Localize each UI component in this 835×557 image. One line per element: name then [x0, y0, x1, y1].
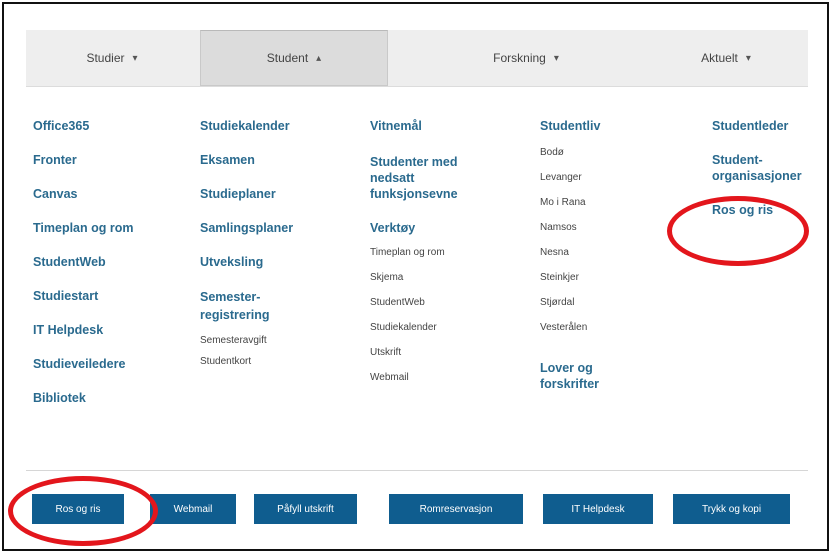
menu-link-canvas[interactable]: Canvas: [33, 186, 133, 202]
nav-label: Studier: [86, 51, 125, 65]
menu-link-vitnemal[interactable]: Vitnemål: [370, 118, 458, 134]
menu-link-studiekalender[interactable]: Studiekalender: [200, 118, 293, 134]
menu-link-studentorganisasjoner[interactable]: Student- organisasjoner: [712, 152, 802, 184]
main-navigation: Studier ▾ Student ▴ Forskning ▾ Aktuelt …: [26, 30, 808, 87]
nav-aktuelt[interactable]: Aktuelt ▾: [646, 30, 806, 86]
menu-sublink-webmail[interactable]: Webmail: [370, 371, 458, 384]
menu-column-1: Office365 Fronter Canvas Timeplan og rom…: [33, 118, 133, 406]
menu-link-office365[interactable]: Office365: [33, 118, 133, 134]
menu-sublink-skjema[interactable]: Skjema: [370, 271, 458, 284]
menu-column-2: Studiekalender Eksamen Studieplaner Saml…: [200, 118, 293, 368]
menu-link-fronter[interactable]: Fronter: [33, 152, 133, 168]
menu-link-semesterregistrering[interactable]: Semester- registrering: [200, 288, 293, 324]
menu-column-5: Studentleder Student- organisasjoner Ros…: [712, 118, 802, 218]
menu-sublink-studentkort[interactable]: Studentkort: [200, 355, 293, 368]
ros-og-ris-button[interactable]: Ros og ris: [32, 494, 124, 524]
chevron-down-icon: ▾: [745, 52, 751, 64]
nav-studier[interactable]: Studier ▾: [26, 30, 198, 86]
menu-link-eksamen[interactable]: Eksamen: [200, 152, 293, 168]
romreservasjon-button[interactable]: Romreservasjon: [389, 494, 523, 524]
menu-sublink-bodo[interactable]: Bodø: [540, 146, 600, 159]
menu-sublink-namsos[interactable]: Namsos: [540, 221, 600, 234]
it-helpdesk-button[interactable]: IT Helpdesk: [543, 494, 653, 524]
menu-link-studentweb[interactable]: StudentWeb: [33, 254, 133, 270]
chevron-up-icon: ▴: [316, 52, 322, 64]
nav-student[interactable]: Student ▴: [200, 30, 388, 86]
webmail-button[interactable]: Webmail: [150, 494, 236, 524]
pafyll-utskrift-button[interactable]: Påfyll utskrift: [254, 494, 357, 524]
menu-sublink-studiekalender[interactable]: Studiekalender: [370, 321, 458, 334]
menu-link-samlingsplaner[interactable]: Samlingsplaner: [200, 220, 293, 236]
menu-link-studentleder[interactable]: Studentleder: [712, 118, 802, 134]
menu-sublink-studentweb[interactable]: StudentWeb: [370, 296, 458, 309]
nav-label: Student: [266, 51, 309, 65]
menu-link-it-helpdesk[interactable]: IT Helpdesk: [33, 322, 133, 338]
menu-link-ros-og-ris[interactable]: Ros og ris: [712, 202, 802, 218]
menu-link-verktoy[interactable]: Verktøy: [370, 220, 458, 236]
menu-sublink-steinkjer[interactable]: Steinkjer: [540, 271, 600, 284]
menu-link-studiestart[interactable]: Studiestart: [33, 288, 133, 304]
menu-column-4: Studentliv Bodø Levanger Mo i Rana Namso…: [540, 118, 600, 392]
menu-link-lover-og-forskrifter[interactable]: Lover og forskrifter: [540, 360, 600, 392]
nav-label: Aktuelt: [701, 51, 738, 65]
menu-link-studentliv[interactable]: Studentliv: [540, 118, 600, 134]
menu-sublink-semesteravgift[interactable]: Semesteravgift: [200, 334, 293, 347]
menu-link-bibliotek[interactable]: Bibliotek: [33, 390, 133, 406]
menu-sublink-stjordal[interactable]: Stjørdal: [540, 296, 600, 309]
chevron-down-icon: ▾: [553, 52, 559, 64]
menu-link-studieveiledere[interactable]: Studieveiledere: [33, 356, 133, 372]
menu-column-3: Vitnemål Studenter med nedsatt funksjons…: [370, 118, 458, 384]
menu-link-utveksling[interactable]: Utveksling: [200, 254, 293, 270]
menu-sublink-vesteralen[interactable]: Vesterålen: [540, 321, 600, 334]
nav-forskning[interactable]: Forskning ▾: [436, 30, 616, 86]
menu-sublink-timeplan[interactable]: Timeplan og rom: [370, 246, 458, 259]
menu-link-timeplan[interactable]: Timeplan og rom: [33, 220, 133, 236]
chevron-down-icon: ▾: [132, 52, 138, 64]
menu-link-studieplaner[interactable]: Studieplaner: [200, 186, 293, 202]
menu-sublink-nesna[interactable]: Nesna: [540, 246, 600, 259]
menu-sublink-levanger[interactable]: Levanger: [540, 171, 600, 184]
menu-sublink-utskrift[interactable]: Utskrift: [370, 346, 458, 359]
menu-link-nedsatt-funksjonsevne[interactable]: Studenter med nedsatt funksjonsevne: [370, 154, 458, 202]
nav-label: Forskning: [493, 51, 546, 65]
menu-sublink-mo-i-rana[interactable]: Mo i Rana: [540, 196, 600, 209]
trykk-og-kopi-button[interactable]: Trykk og kopi: [673, 494, 790, 524]
section-divider: [26, 470, 808, 471]
